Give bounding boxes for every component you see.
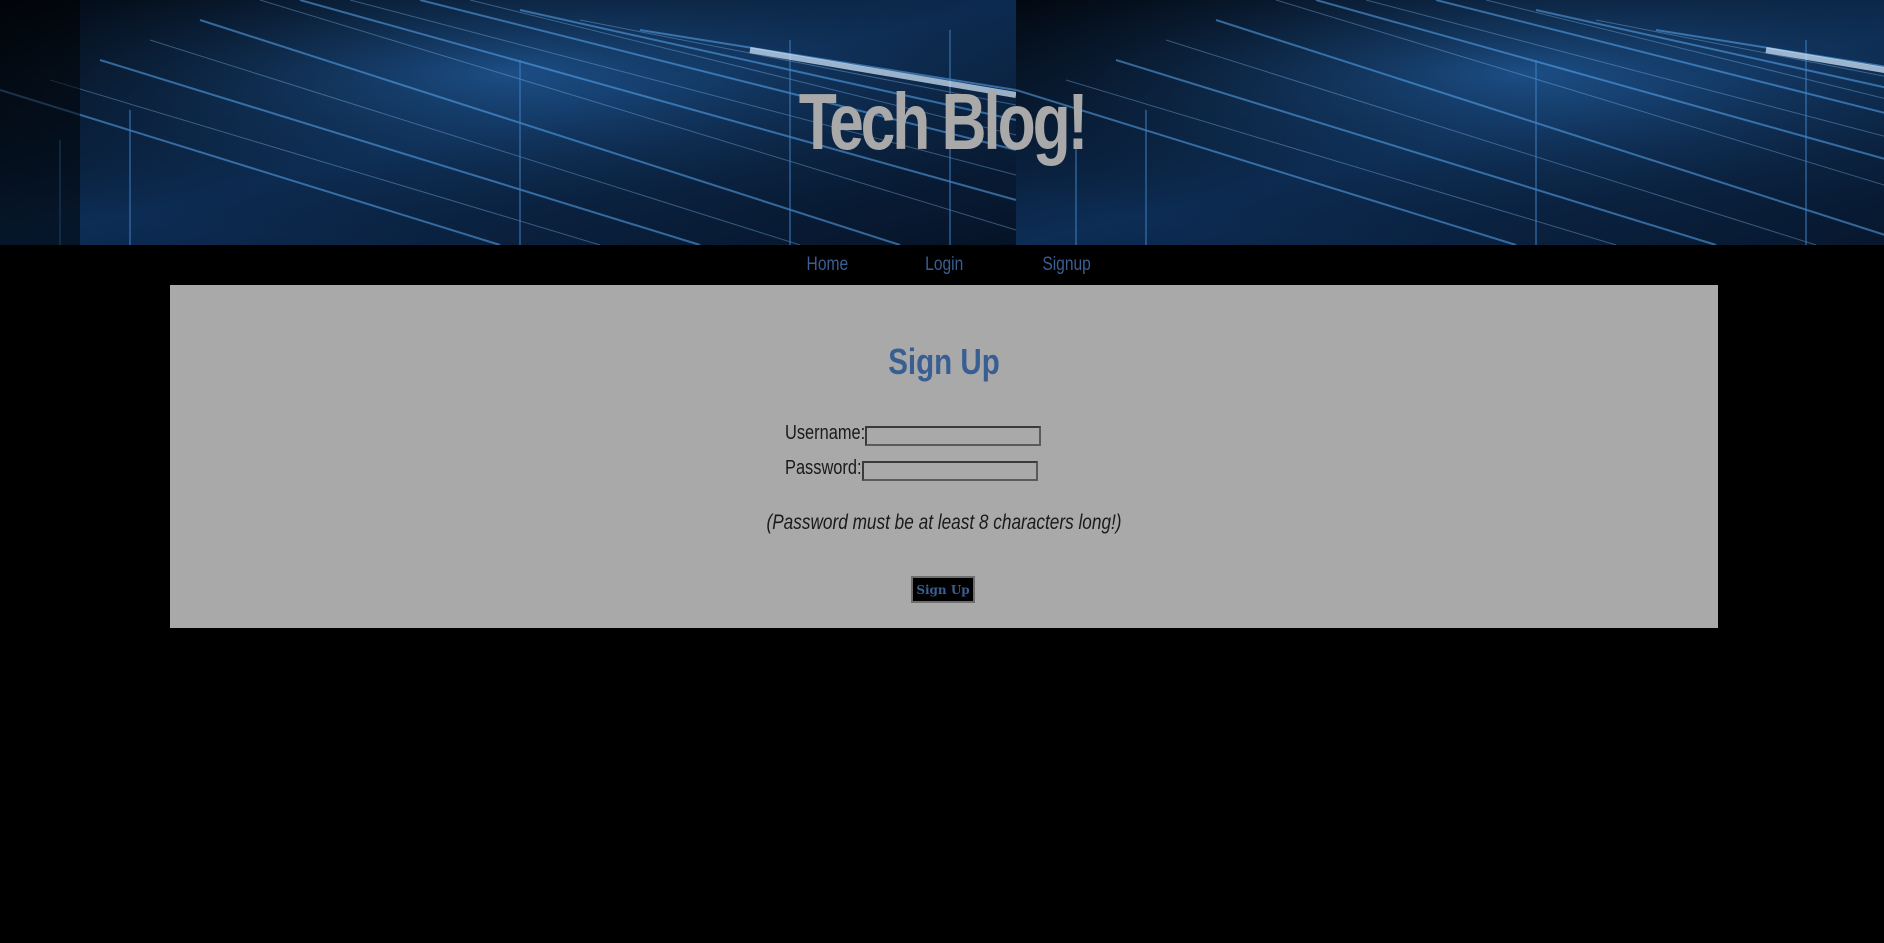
username-label: Username: <box>785 422 866 444</box>
nav-signup-link[interactable]: Signup <box>1042 254 1091 276</box>
header-banner: Tech Blog! <box>0 0 1884 245</box>
signup-panel: Sign Up Username: Password: (Password mu… <box>170 285 1718 628</box>
password-input[interactable] <box>862 461 1038 481</box>
nav-login-link[interactable]: Login <box>925 254 963 276</box>
signup-button[interactable]: Sign Up <box>911 576 975 603</box>
nav-home-link[interactable]: Home <box>807 254 849 276</box>
main-nav: Home Login Signup <box>0 245 1884 285</box>
password-hint: (Password must be at least 8 characters … <box>766 511 1122 534</box>
site-title: Tech Blog! <box>798 77 1089 166</box>
signup-heading: Sign Up <box>888 341 1000 382</box>
password-label: Password: <box>785 457 862 479</box>
username-input[interactable] <box>865 426 1041 446</box>
